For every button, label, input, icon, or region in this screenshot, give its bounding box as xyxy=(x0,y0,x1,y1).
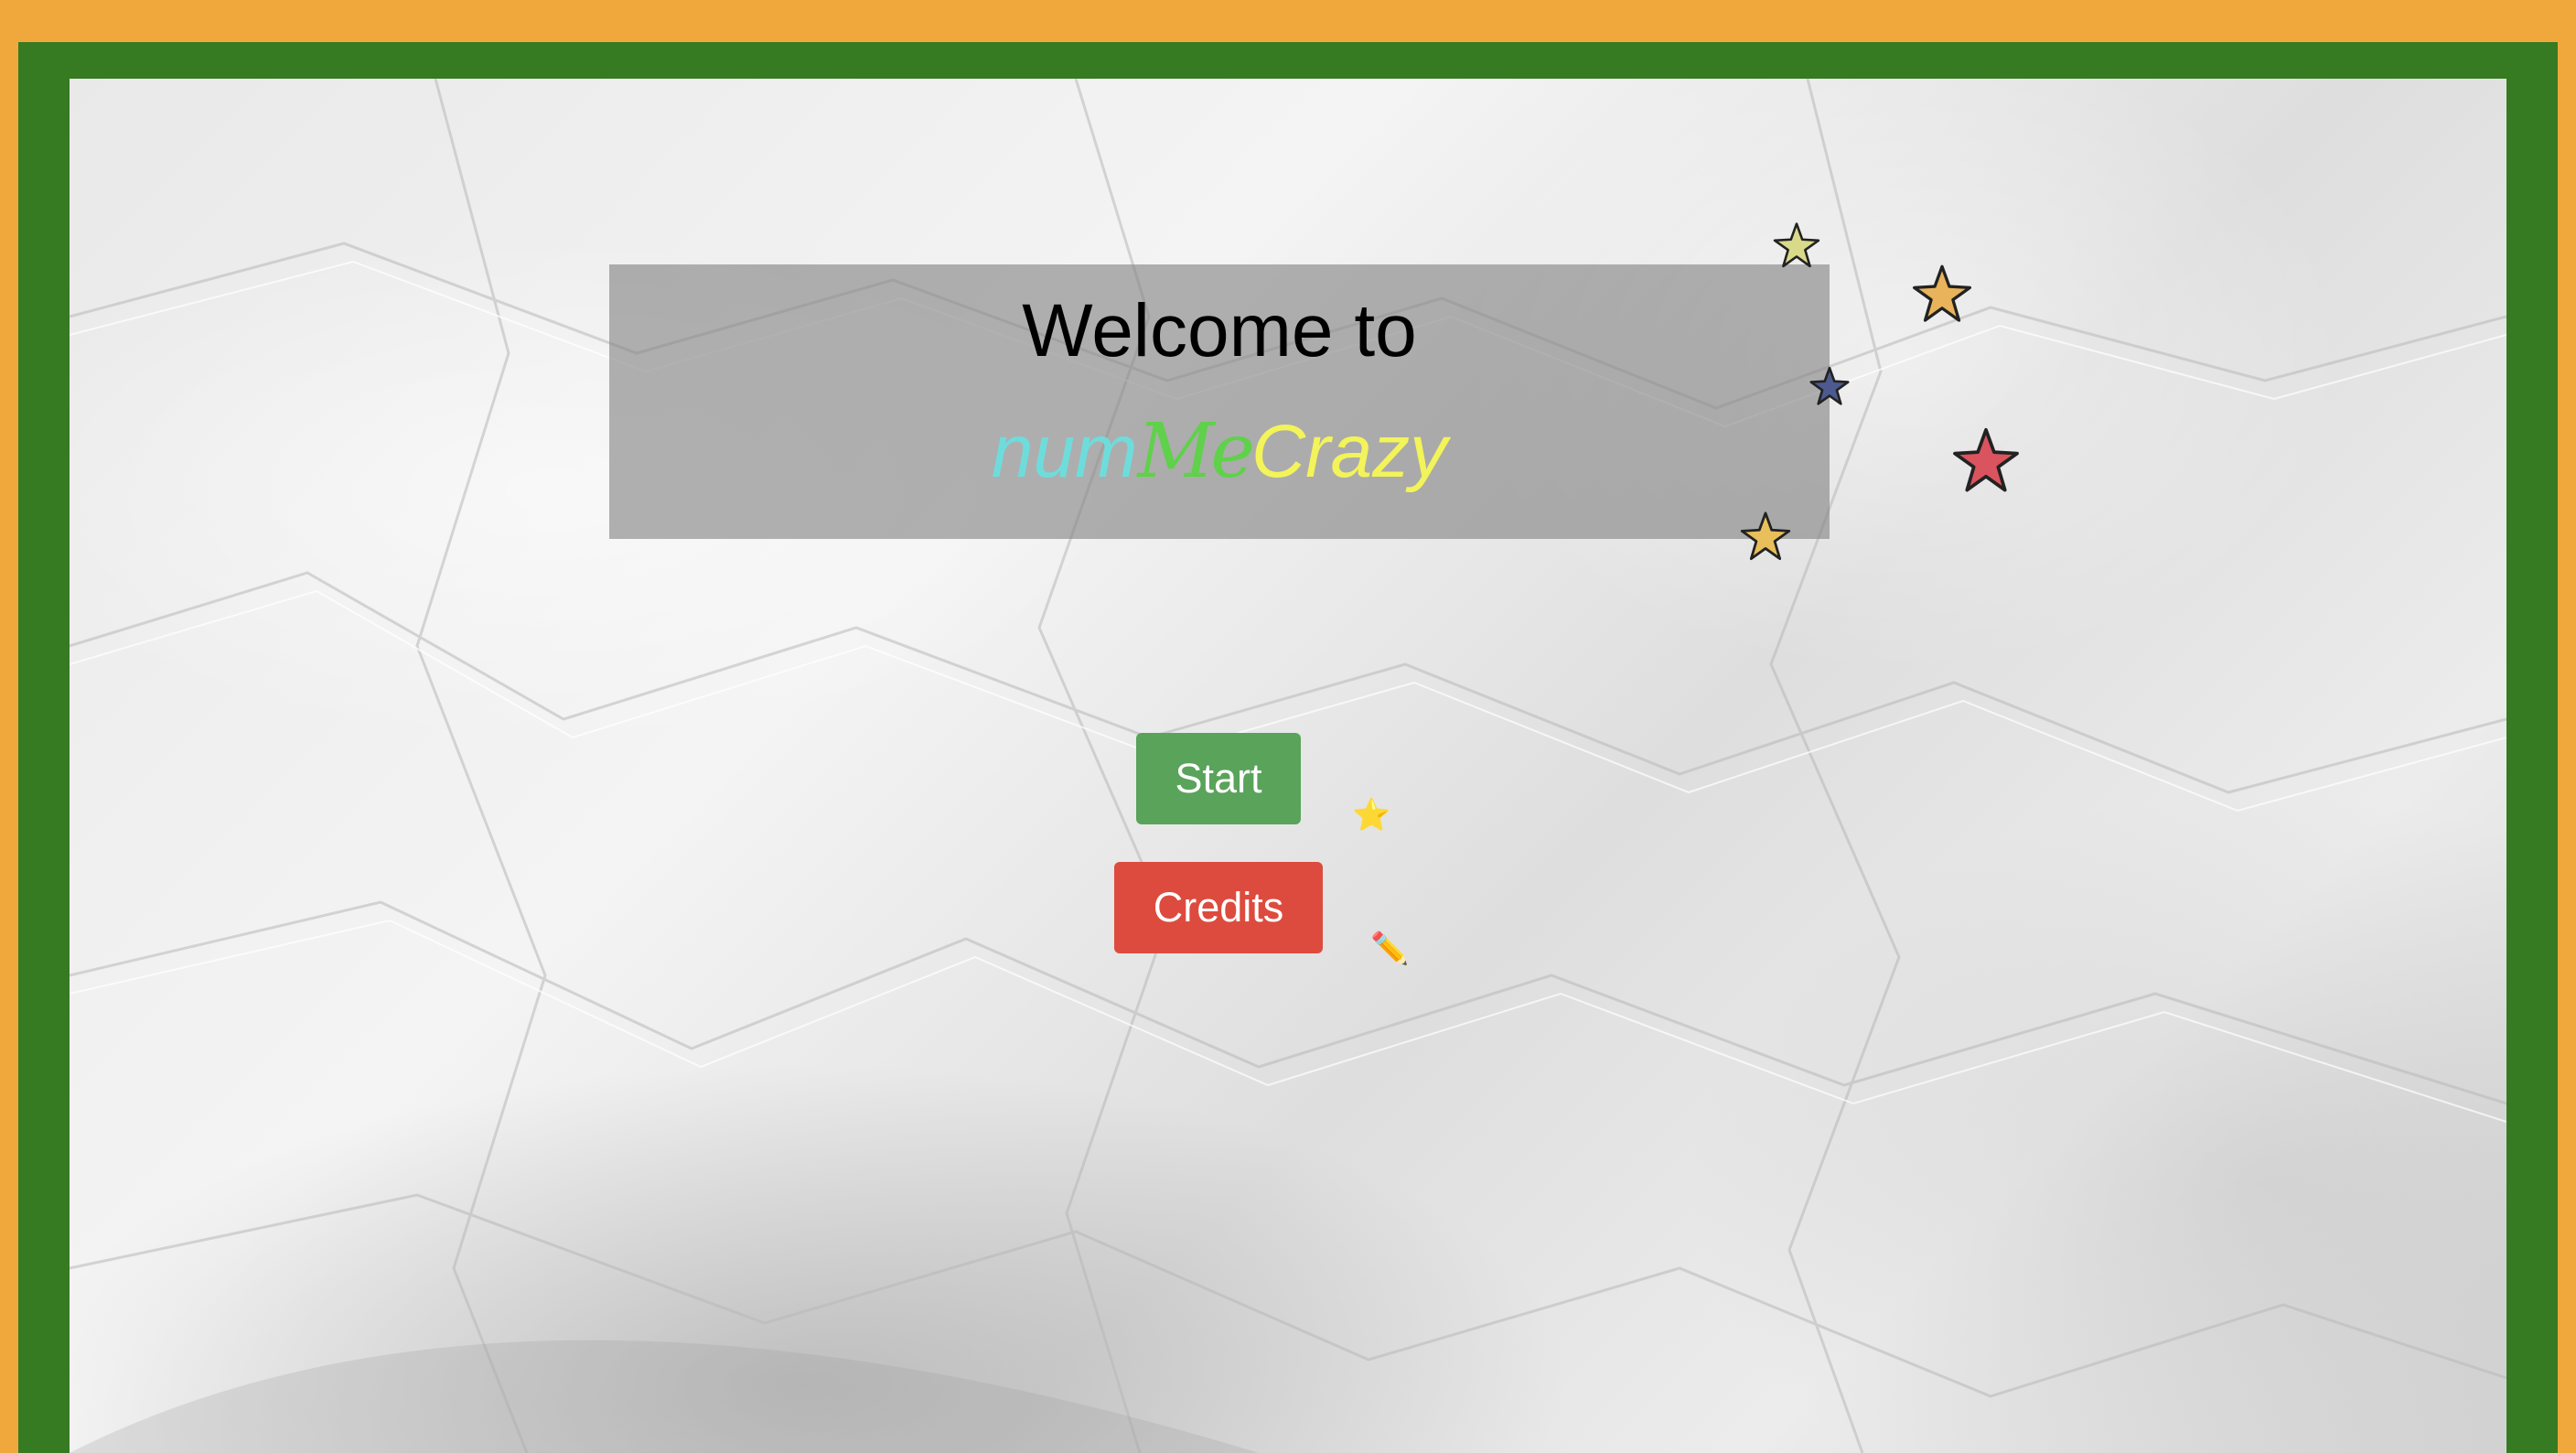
logo-part-me: Me xyxy=(1137,408,1254,495)
star-icon xyxy=(1809,366,1850,405)
star-icon xyxy=(1740,511,1791,561)
star-icon xyxy=(1773,222,1820,268)
welcome-heading: Welcome to xyxy=(1022,289,1417,372)
star-emoji-icon: ⭐ xyxy=(1352,798,1391,833)
start-button[interactable]: Start xyxy=(1136,733,1301,824)
star-icon xyxy=(1912,264,1972,322)
pencil-emoji-icon: ✏️ xyxy=(1370,931,1410,966)
game-logo-title: numMeCrazy xyxy=(609,402,1830,502)
logo-part-num: num xyxy=(991,410,1138,493)
logo-part-crazy: Crazy xyxy=(1250,410,1448,493)
credits-button[interactable]: Credits xyxy=(1114,862,1323,953)
title-banner: Welcome to numMeCrazy xyxy=(609,264,1830,539)
star-icon xyxy=(1953,427,2019,492)
